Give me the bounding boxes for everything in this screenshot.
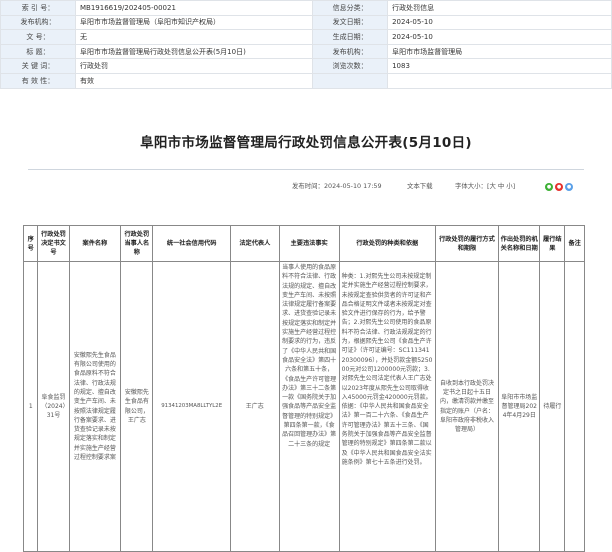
cell-credit-code: 91341203MA8LLTYL2E: [152, 261, 231, 552]
column-header: 行政处罚的履行方式和期限: [434, 225, 500, 262]
column-header: 法定代表人: [229, 225, 280, 262]
title-divider: [28, 169, 584, 170]
cell-index: 1: [22, 261, 39, 552]
font-size-control[interactable]: 字体大小：[大 中 小]: [455, 181, 515, 190]
meta-label: 有 效 性：: [21, 76, 55, 85]
publish-time: 发布时间：2024-05-10 17:59: [292, 182, 382, 190]
meta-value: MB1916619/202405-00021: [80, 3, 176, 12]
meta-value: 阜阳市市场监督管理局（阜阳市知识产权局）: [80, 18, 220, 27]
column-header: 行政处罚当事人名称: [120, 225, 154, 262]
meta-label: 关 键 词：: [21, 62, 55, 71]
meta-label: 文 号：: [26, 32, 50, 41]
meta-value: 2024-05-10: [392, 18, 433, 27]
meta-value: 行政处罚信息: [392, 3, 435, 12]
meta-value: 阜阳市市场监督管理局: [392, 47, 463, 56]
meta-label: 发文日期：: [332, 18, 368, 27]
cell-result: 待履行: [539, 261, 566, 552]
meta-label: 索 引 号：: [21, 3, 55, 12]
page-title: 阜阳市市场监督管理局行政处罚信息公开表(5月10日): [140, 135, 472, 151]
column-header: 履行结果: [539, 225, 566, 262]
share-bar: ● ● ●: [545, 183, 585, 193]
wechat-share-icon[interactable]: ●: [545, 183, 553, 191]
cell-case-name: 安徽熙先生食品有限公司使用的食品原料不符合法律、行政法规的规定、擅自改变生产车间…: [68, 261, 122, 552]
column-header: 统一社会信用代码: [152, 225, 231, 262]
meta-label: 生成日期：: [332, 32, 368, 41]
meta-row: 索 引 号： MB1916619/202405-00021 信息分类： 行政处罚信息: [0, 0, 612, 16]
cell-facts: 当事人使用的食品原料不符合法律、行政法规的规定、擅自改变生产车间、未按照法律规定…: [278, 261, 340, 552]
column-header: 作出处罚的机关名称和日期: [498, 225, 541, 262]
meta-value: 阜阳市市场监督管理局行政处罚信息公开表(5月10日): [80, 47, 246, 56]
meta-row: 关 键 词： 行政处罚 浏览次数： 1083: [0, 58, 612, 74]
column-header: 行政处罚决定书文号: [37, 225, 70, 262]
penalty-table: 序号 行政处罚决定书文号 案件名称 行政处罚当事人名称 统一社会信用代码 法定代表人 主要违…: [22, 225, 585, 552]
meta-row: 文 号： 无 生成日期： 2024-05-10: [0, 29, 612, 45]
column-header: 序号: [22, 225, 39, 262]
meta-value: 行政处罚: [80, 62, 108, 71]
cell-authority: 阜阳市市场监督管理局2024年4月29日: [498, 261, 541, 552]
column-header: 主要违法事实: [278, 225, 340, 262]
meta-label: 标 题：: [26, 47, 50, 56]
cell-execution: 自收到本行政处罚决定书之日起十五日内，缴清罚款并缴至指定的账户（户名：阜阳市政府…: [434, 261, 500, 552]
download-link[interactable]: 文本下载: [407, 181, 433, 190]
meta-value: 2024-05-10: [392, 32, 433, 41]
meta-label: 发布机构：: [332, 47, 368, 56]
column-header: 备注: [564, 225, 585, 262]
meta-label: 信息分类：: [332, 3, 368, 12]
column-header: 案件名称: [68, 225, 122, 262]
document-meta-table: 索 引 号： MB1916619/202405-00021 信息分类： 行政处罚信息发…: [0, 0, 612, 89]
cell-party-name: 安徽熙先生食品有限公司，王广志: [120, 261, 154, 552]
table-row: 1 阜食监罚（2024）31号 安徽熙先生食品有限公司使用的食品原料不符合法律、…: [22, 261, 585, 552]
article-toolbar: 发布时间：2024-05-10 17:59 文本下载 字体大小：[大 中 小]: [0, 180, 612, 192]
meta-row: 有 效 性： 有效: [0, 72, 612, 89]
weibo-share-icon[interactable]: ●: [555, 183, 563, 191]
meta-label: 浏览次数：: [332, 62, 368, 71]
meta-row: 标 题： 阜阳市市场监督管理局行政处罚信息公开表(5月10日) 发布机构： 阜阳市市场…: [0, 43, 612, 60]
meta-value: 有效: [80, 76, 94, 85]
cell-penalty: 种类：1.对熙先生公司未按规定制定并实施生产经营过程控制要求，未按规定查验供货者…: [338, 261, 436, 552]
cell-doc-no: 阜食监罚（2024）31号: [37, 261, 70, 552]
cell-remark: [564, 261, 585, 552]
meta-row: 发布机构： 阜阳市市场监督管理局（阜阳市知识产权局） 发文日期： 2024-05-10: [0, 14, 612, 31]
meta-value: 1083: [392, 62, 410, 71]
cell-legal-rep: 王广志: [229, 261, 280, 552]
meta-value: 无: [80, 32, 87, 41]
meta-label: 发布机构：: [20, 18, 56, 27]
qzone-share-icon[interactable]: ●: [565, 183, 573, 191]
column-header: 行政处罚的种类和依据: [338, 225, 436, 262]
